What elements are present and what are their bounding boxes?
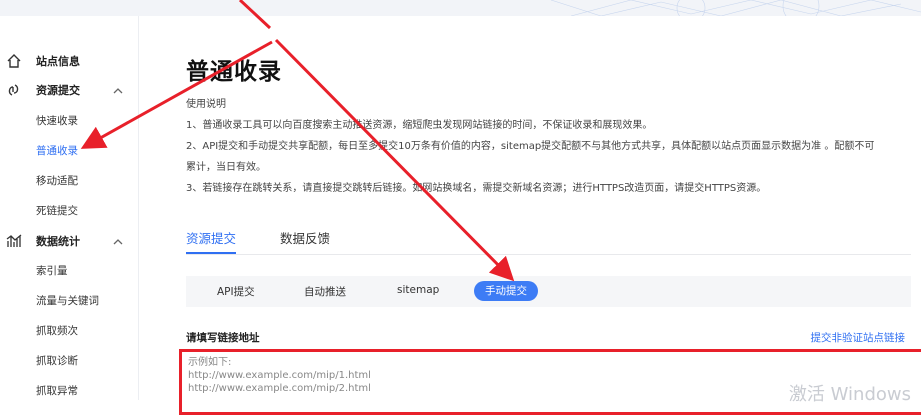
annotation-arrow-manual <box>274 38 515 282</box>
annotation-overlay <box>80 0 515 282</box>
annotation-arrow-top <box>238 0 272 30</box>
annotation-arrow-sidebar <box>80 40 273 149</box>
